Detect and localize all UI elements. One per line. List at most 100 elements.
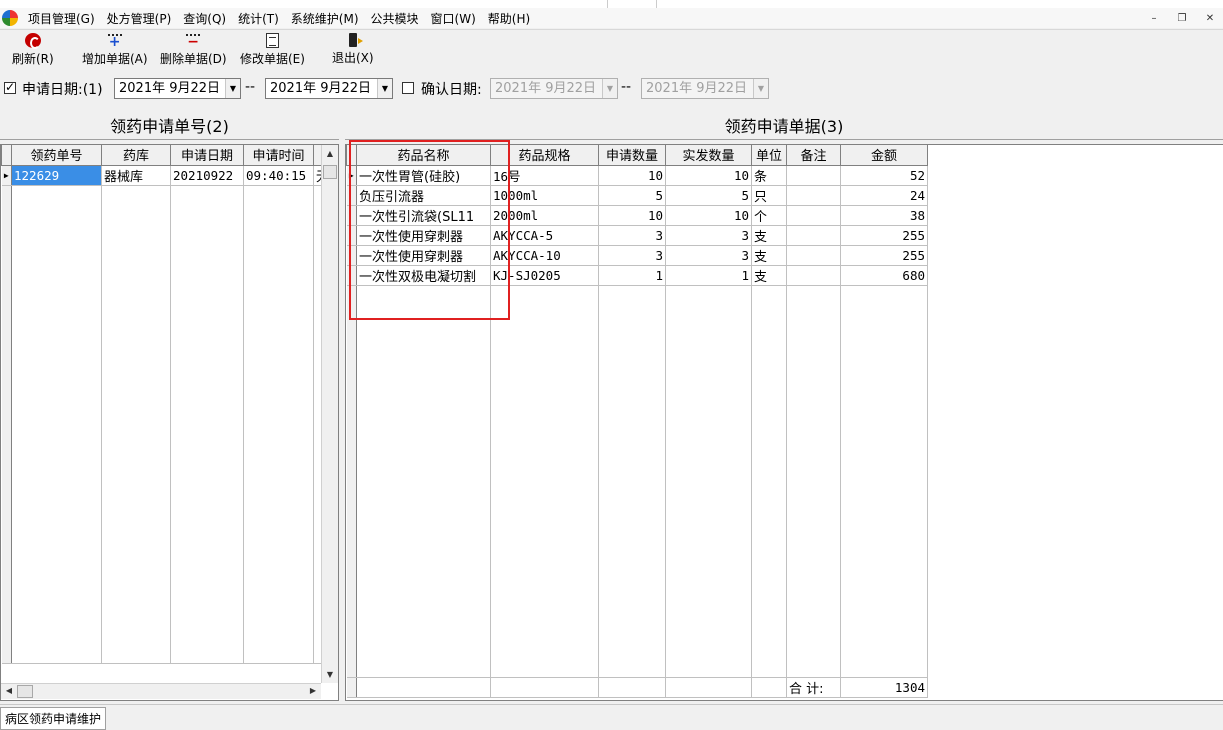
cell-spec[interactable]: 16号 [490, 165, 599, 186]
cell-store[interactable]: 器械库 [101, 165, 171, 186]
apply-date-from-picker[interactable]: 2021年 9月22日 ▼ [114, 78, 241, 99]
col-header-unit[interactable]: 单位 [751, 145, 787, 166]
left-vertical-scrollbar[interactable]: ▲ ▼ [321, 145, 338, 683]
cell-drug-name[interactable]: 负压引流器 [356, 185, 491, 206]
cell-amount[interactable]: 52 [840, 165, 928, 186]
mdi-minimize-icon[interactable]: – [1147, 13, 1161, 24]
cell-act-qty[interactable]: 3 [665, 245, 752, 266]
chevron-down-icon[interactable]: ▼ [753, 79, 768, 98]
col-header-req-qty[interactable]: 申请数量 [598, 145, 666, 166]
menu-help[interactable]: 帮助(H) [482, 10, 536, 27]
scroll-thumb[interactable] [17, 685, 33, 698]
col-header-spec[interactable]: 药品规格 [490, 145, 599, 166]
cell-amount[interactable]: 24 [840, 185, 928, 206]
cell-req-no[interactable]: 122629 [11, 165, 102, 186]
cell-note[interactable] [786, 225, 841, 246]
cell-note[interactable] [786, 185, 841, 206]
cell-req-qty[interactable]: 10 [598, 205, 666, 226]
chevron-down-icon[interactable]: ▼ [225, 79, 240, 98]
cell-time[interactable]: 09:40:15 [243, 165, 314, 186]
cell-amount[interactable]: 680 [840, 265, 928, 286]
cell-req-qty[interactable]: 3 [598, 245, 666, 266]
cell-req-qty[interactable]: 5 [598, 185, 666, 206]
edit-document-button[interactable]: 修改单据(E) [240, 33, 305, 67]
cell-unit[interactable]: 支 [751, 265, 787, 286]
add-document-button[interactable]: 增加单据(A) [82, 33, 148, 67]
col-header-amount[interactable]: 金额 [840, 145, 928, 166]
cell-amount[interactable]: 255 [840, 225, 928, 246]
cell-note[interactable] [786, 165, 841, 186]
left-horizontal-scrollbar[interactable]: ◀ ▶ [1, 683, 321, 699]
menu-prescription[interactable]: 处方管理(P) [101, 10, 178, 27]
exit-button[interactable]: 退出(X) [332, 33, 374, 67]
confirm-date-to-picker[interactable]: 2021年 9月22日 ▼ [641, 78, 769, 99]
chevron-down-icon[interactable]: ▼ [602, 79, 617, 98]
cell-date[interactable]: 20210922 [170, 165, 244, 186]
cell-note[interactable] [786, 265, 841, 286]
cell-req-qty[interactable]: 1 [598, 265, 666, 286]
col-header-req-no[interactable]: 领药单号 [11, 145, 102, 166]
mdi-restore-icon[interactable]: ❐ [1175, 13, 1189, 24]
col-header-store[interactable]: 药库 [101, 145, 171, 166]
cell-spec[interactable]: 2000ml [490, 205, 599, 226]
cell-note[interactable] [786, 205, 841, 226]
cell-req-qty[interactable]: 10 [598, 165, 666, 186]
cell-unit[interactable]: 个 [751, 205, 787, 226]
cell-spec[interactable]: AKYCCA-10 [490, 245, 599, 266]
cell-drug-name[interactable]: 一次性双极电凝切割 [356, 265, 491, 286]
table-row[interactable]: 负压引流器 1000ml 5 5 只 24 [346, 185, 928, 206]
chevron-down-icon[interactable]: ▼ [377, 79, 392, 98]
cell-act-qty[interactable]: 1 [665, 265, 752, 286]
table-row[interactable]: 一次性使用穿刺器 AKYCCA-10 3 3 支 255 [346, 245, 928, 266]
cell-act-qty[interactable]: 5 [665, 185, 752, 206]
menu-statistics[interactable]: 统计(T) [232, 10, 285, 27]
cell-drug-name[interactable]: 一次性胃管(硅胶) [356, 165, 491, 186]
table-row[interactable]: 一次性双极电凝切割 KJ-SJ0205 1 1 支 680 [346, 265, 928, 286]
cell-amount[interactable]: 38 [840, 205, 928, 226]
col-header-date[interactable]: 申请日期 [170, 145, 244, 166]
cell-drug-name[interactable]: 一次性使用穿刺器 [356, 245, 491, 266]
table-row[interactable]: ▶ 一次性胃管(硅胶) 16号 10 10 条 52 [346, 165, 928, 186]
col-header-drug-name[interactable]: 药品名称 [356, 145, 491, 166]
scroll-down-icon[interactable]: ▼ [323, 670, 337, 679]
table-row[interactable]: 一次性使用穿刺器 AKYCCA-5 3 3 支 255 [346, 225, 928, 246]
cell-act-qty[interactable]: 3 [665, 225, 752, 246]
menu-query[interactable]: 查询(Q) [177, 10, 232, 27]
col-header-act-qty[interactable]: 实发数量 [665, 145, 752, 166]
scroll-thumb[interactable] [323, 165, 337, 179]
menu-public[interactable]: 公共模块 [365, 10, 425, 27]
scroll-right-icon[interactable]: ▶ [306, 686, 320, 695]
refresh-button[interactable]: 刷新(R) [12, 33, 54, 67]
menu-project[interactable]: 项目管理(G) [22, 10, 101, 27]
table-row[interactable]: 一次性引流袋(SL11 2000ml 10 10 个 38 [346, 205, 928, 226]
col-header-time[interactable]: 申请时间 [243, 145, 314, 166]
apply-date-checkbox[interactable] [4, 80, 16, 94]
col-header-note[interactable]: 备注 [786, 145, 841, 166]
cell-note[interactable] [786, 245, 841, 266]
cell-unit[interactable]: 条 [751, 165, 787, 186]
cell-drug-name[interactable]: 一次性使用穿刺器 [356, 225, 491, 246]
delete-document-button[interactable]: 删除单据(D) [160, 33, 227, 67]
cell-drug-name[interactable]: 一次性引流袋(SL11 [356, 205, 491, 226]
mdi-close-icon[interactable]: ✕ [1203, 13, 1217, 24]
cell-req-qty[interactable]: 3 [598, 225, 666, 246]
cell-act-qty[interactable]: 10 [665, 205, 752, 226]
cell-spec[interactable]: AKYCCA-5 [490, 225, 599, 246]
window-controls [1083, 0, 1223, 8]
status-window-tab[interactable]: 病区领药申请维护 [0, 707, 107, 730]
cell-unit[interactable]: 支 [751, 225, 787, 246]
apply-date-to-picker[interactable]: 2021年 9月22日 ▼ [265, 78, 393, 99]
confirm-date-from-picker[interactable]: 2021年 9月22日 ▼ [490, 78, 618, 99]
cell-amount[interactable]: 255 [840, 245, 928, 266]
cell-unit[interactable]: 支 [751, 245, 787, 266]
confirm-date-checkbox[interactable] [402, 82, 414, 94]
menu-window[interactable]: 窗口(W) [425, 10, 482, 27]
table-row[interactable]: ▶ 122629 器械库 20210922 09:40:15 无 [1, 165, 324, 186]
menu-system[interactable]: 系统维护(M) [285, 10, 365, 27]
cell-act-qty[interactable]: 10 [665, 165, 752, 186]
cell-spec[interactable]: 1000ml [490, 185, 599, 206]
cell-spec[interactable]: KJ-SJ0205 [490, 265, 599, 286]
scroll-left-icon[interactable]: ◀ [2, 686, 16, 695]
scroll-up-icon[interactable]: ▲ [323, 149, 337, 158]
cell-unit[interactable]: 只 [751, 185, 787, 206]
